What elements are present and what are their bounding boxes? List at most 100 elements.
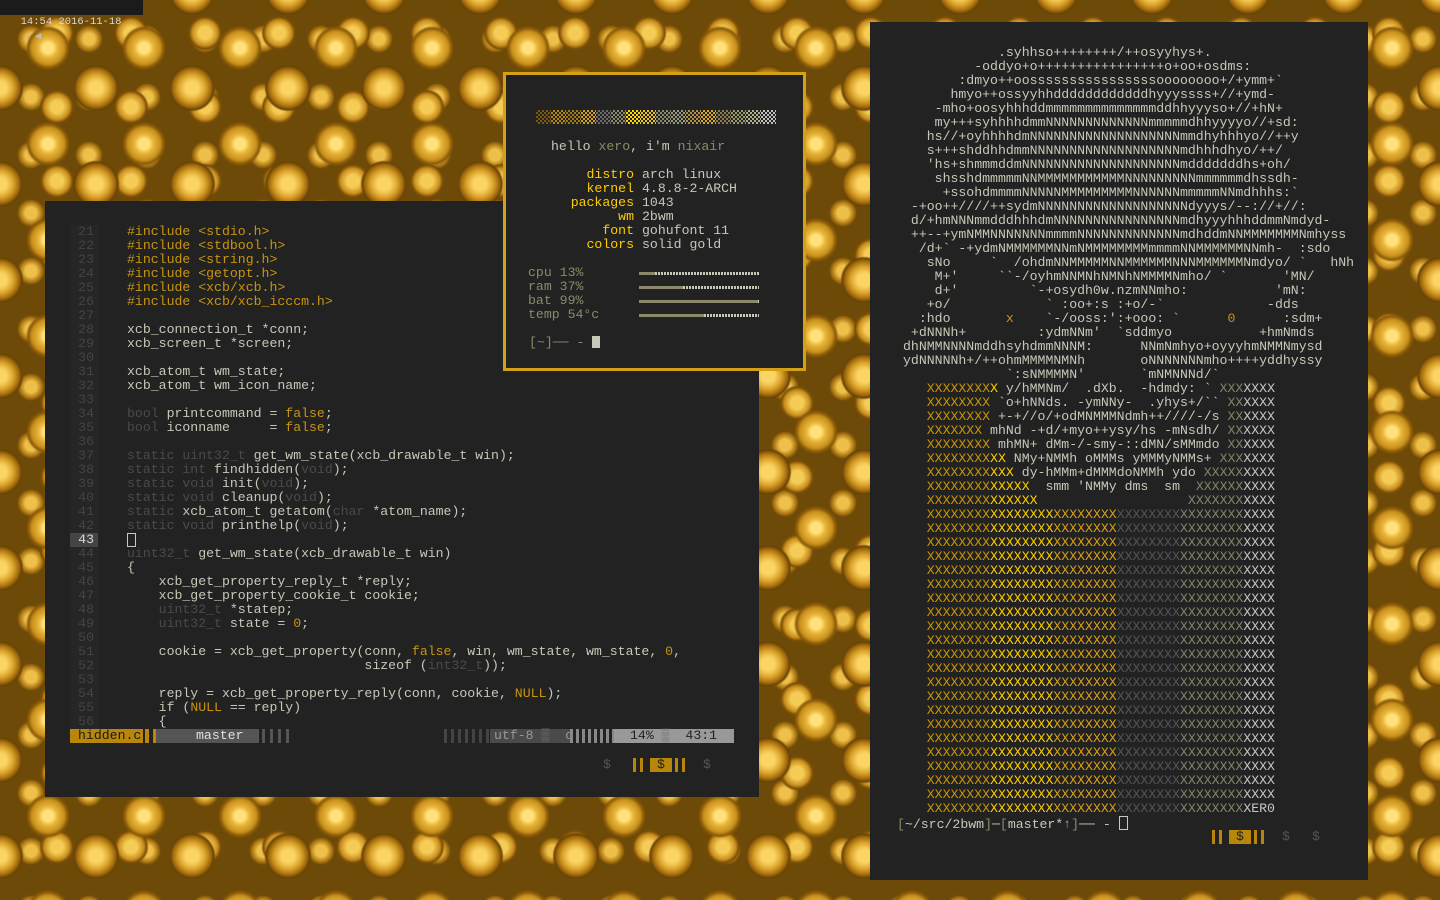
stat-bar-remaining bbox=[757, 300, 759, 303]
code-line[interactable]: 45 { bbox=[70, 561, 135, 575]
info-value: gohufont 11 bbox=[642, 223, 730, 238]
code-line[interactable]: 25 #include <xcb/xcb.h> bbox=[70, 281, 285, 295]
code-text: bool iconname = false; bbox=[127, 421, 333, 435]
code-line[interactable]: 38 static int findhidden(void); bbox=[70, 463, 348, 477]
workspace-1[interactable]: $ bbox=[603, 758, 611, 772]
code-line[interactable]: 47 xcb_get_property_cookie_t cookie; bbox=[70, 589, 420, 603]
art-text: XXX bbox=[1219, 451, 1244, 466]
code-line[interactable]: 50 bbox=[70, 631, 98, 645]
code-line[interactable]: 53 bbox=[70, 673, 98, 687]
code-line[interactable]: 49 uint32_t state = 0; bbox=[70, 617, 309, 631]
line-number: 30 bbox=[78, 350, 94, 365]
code-line[interactable]: 29 xcb_screen_t *screen; bbox=[70, 337, 293, 351]
art-text: XXXXXX bbox=[990, 493, 1038, 508]
code-line[interactable]: 31 xcb_atom_t wm_state; bbox=[70, 365, 285, 379]
code-line[interactable]: 46 xcb_get_property_reply_t *reply; bbox=[70, 575, 412, 589]
art-text: XXXX bbox=[1243, 745, 1275, 760]
art-text: XXXX bbox=[1243, 773, 1275, 788]
code-line[interactable]: 51 cookie = xcb_get_property(conn, false… bbox=[70, 645, 681, 659]
code-token: get_wm_state(xcb_drawable_t win) bbox=[190, 546, 452, 561]
code-line[interactable]: 33 bbox=[70, 393, 98, 407]
code-token: bool bbox=[127, 420, 159, 435]
art-text: XXXX bbox=[1243, 479, 1275, 494]
art-text: XXXXXXXX bbox=[990, 675, 1054, 690]
workspace-3[interactable]: $ bbox=[703, 758, 711, 772]
workspace-2-active[interactable]: $ bbox=[650, 758, 672, 772]
line-number: 44 bbox=[78, 546, 94, 561]
art-text: XXXXXXXX bbox=[1053, 605, 1117, 620]
art-text: XXXXXXXX bbox=[903, 759, 991, 774]
code-text: xcb_screen_t *screen; bbox=[127, 337, 293, 351]
pin-icon[interactable]: ✈ bbox=[25, 30, 31, 45]
art-text: XXXX bbox=[1243, 703, 1275, 718]
art-line: XXXXXXXXXXXXX smm 'NMMy dms sm XXXXXXXXX… bbox=[903, 480, 1354, 494]
art-line: :dmyo++oossssssssssssssssoooooooo+/+ymm+… bbox=[903, 74, 1354, 88]
art-text: XXXXXXXX bbox=[990, 745, 1054, 760]
art-text: XXXX bbox=[1243, 423, 1275, 438]
code-token: ; bbox=[324, 406, 333, 421]
code-line[interactable]: 40 static void cleanup(void); bbox=[70, 491, 333, 505]
workspace-3[interactable]: $ bbox=[1312, 830, 1320, 844]
art-text: XXXXXXXX bbox=[1116, 535, 1180, 550]
code-line[interactable]: 52 sizeof (int32_t)); bbox=[70, 659, 507, 673]
terminal-window[interactable]: .syhhso++++++++/++osyyhys+. -oddyo+o++++… bbox=[870, 22, 1368, 880]
code-text: if (NULL == reply) bbox=[127, 701, 301, 715]
workspace-1-active[interactable]: $ bbox=[1229, 830, 1251, 844]
art-text: XXXXXXXX bbox=[1116, 591, 1180, 606]
code-line[interactable]: 44 uint32_t get_wm_state(xcb_drawable_t w… bbox=[70, 546, 451, 561]
art-line: XXXXXXXXXXXXXXXXXXXXXXXXXXXXXXXXXXXXXXXX… bbox=[903, 620, 1354, 634]
code-line[interactable]: 36 bbox=[70, 435, 98, 449]
code-line[interactable]: 56 { bbox=[70, 715, 166, 729]
art-text: XXXXXXXX bbox=[1053, 787, 1117, 802]
code-line[interactable]: 23 #include <string.h> bbox=[70, 253, 277, 267]
art-line: 'hs+shmmmddmNNNNNNNNNNNNNNNNNNNNmddddddd… bbox=[903, 158, 1354, 172]
code-line[interactable]: 21 #include <stdio.h> bbox=[70, 225, 269, 239]
palette-swatch bbox=[596, 110, 611, 124]
art-text: XX bbox=[1227, 423, 1244, 438]
code-line[interactable]: 28 xcb_connection_t *conn; bbox=[70, 323, 309, 337]
code-line[interactable]: 32 xcb_atom_t wm_icon_name; bbox=[70, 379, 317, 393]
code-line[interactable]: 26 #include <xcb/xcb_icccm.h> bbox=[70, 295, 333, 309]
palette-swatch bbox=[671, 110, 686, 124]
art-line: +ssohdmmmmNNNNNMMMMMMMMMNNNNNNmmmmmNNmdh… bbox=[903, 186, 1354, 200]
workspace-2[interactable]: $ bbox=[1282, 830, 1290, 844]
art-text: XXXXXXXX bbox=[1053, 535, 1117, 550]
workspace-separator bbox=[1254, 830, 1268, 844]
info-value: 2bwm bbox=[642, 209, 674, 224]
art-text: +ssohdmmmmNNNNNMMMMMMMMMNNNNNNmmmmmNNmdh… bbox=[903, 185, 1299, 200]
art-text: XXXXXXXX bbox=[990, 801, 1054, 816]
code-line[interactable]: 24 #include <getopt.h> bbox=[70, 267, 277, 281]
info-label: kernel bbox=[586, 181, 634, 196]
shell-prompt[interactable]: [~]── - bbox=[529, 336, 601, 350]
code-line[interactable]: 37 static uint32_t get_wm_state(xcb_drawa… bbox=[70, 449, 515, 463]
fetch-window[interactable]: hello xero, i'm nixair distro arch linux k… bbox=[503, 72, 806, 371]
info-row: colors solid gold bbox=[506, 238, 722, 252]
code-line[interactable]: 48 uint32_t *statep; bbox=[70, 603, 293, 617]
workspace-indicator: $ $ $ bbox=[603, 758, 723, 772]
speaker-icon[interactable]: ◀ bbox=[35, 30, 41, 45]
code-line[interactable]: 54 reply = xcb_get_property_reply(conn, … bbox=[70, 687, 562, 701]
code-token: ); bbox=[332, 518, 349, 533]
code-line[interactable]: 30 bbox=[70, 351, 98, 365]
code-text: static void printhelp(void); bbox=[127, 519, 349, 533]
code-line[interactable]: 27 bbox=[70, 309, 98, 323]
art-text: XXXXXXXX bbox=[1053, 703, 1117, 718]
code-token: xcb_screen_t *screen; bbox=[127, 336, 294, 351]
art-text: `-/ooss:':+ooo: ` bbox=[1013, 311, 1228, 326]
shell-prompt[interactable]: [~/src/2bwm]─[master*↑]── - bbox=[897, 816, 1128, 832]
art-text: XXXXXXXX bbox=[1180, 647, 1244, 662]
art-line: XXXXXXXXX y/hMMNm/ .dXb. -hdmdy: ` XXXXX… bbox=[903, 382, 1354, 396]
code-line[interactable]: 34 bool printcommand = false; bbox=[70, 407, 333, 421]
code-line[interactable]: 42 static void printhelp(void); bbox=[70, 519, 348, 533]
code-line[interactable]: 22 #include <stdbool.h> bbox=[70, 239, 285, 253]
code-line[interactable]: 55 if (NULL == reply) bbox=[70, 701, 301, 715]
art-line: hmyo++ossyyhhddddddddddddhyyyssss+//+ymd… bbox=[903, 88, 1354, 102]
art-text: XXXXXXXX bbox=[990, 535, 1054, 550]
code-line[interactable]: 43 bbox=[70, 533, 136, 547]
stat-bar-remaining bbox=[683, 286, 759, 289]
code-line[interactable]: 39 static void init(void); bbox=[70, 477, 309, 491]
code-line[interactable]: 41 static xcb_atom_t getatom(char *atom_n… bbox=[70, 505, 467, 519]
code-line[interactable]: 35 bool iconname = false; bbox=[70, 421, 333, 435]
art-line: XXXXXXXXXXXXXX XXXXXXXXXXX bbox=[903, 494, 1354, 508]
art-text: XXXXXXXX bbox=[1116, 787, 1180, 802]
